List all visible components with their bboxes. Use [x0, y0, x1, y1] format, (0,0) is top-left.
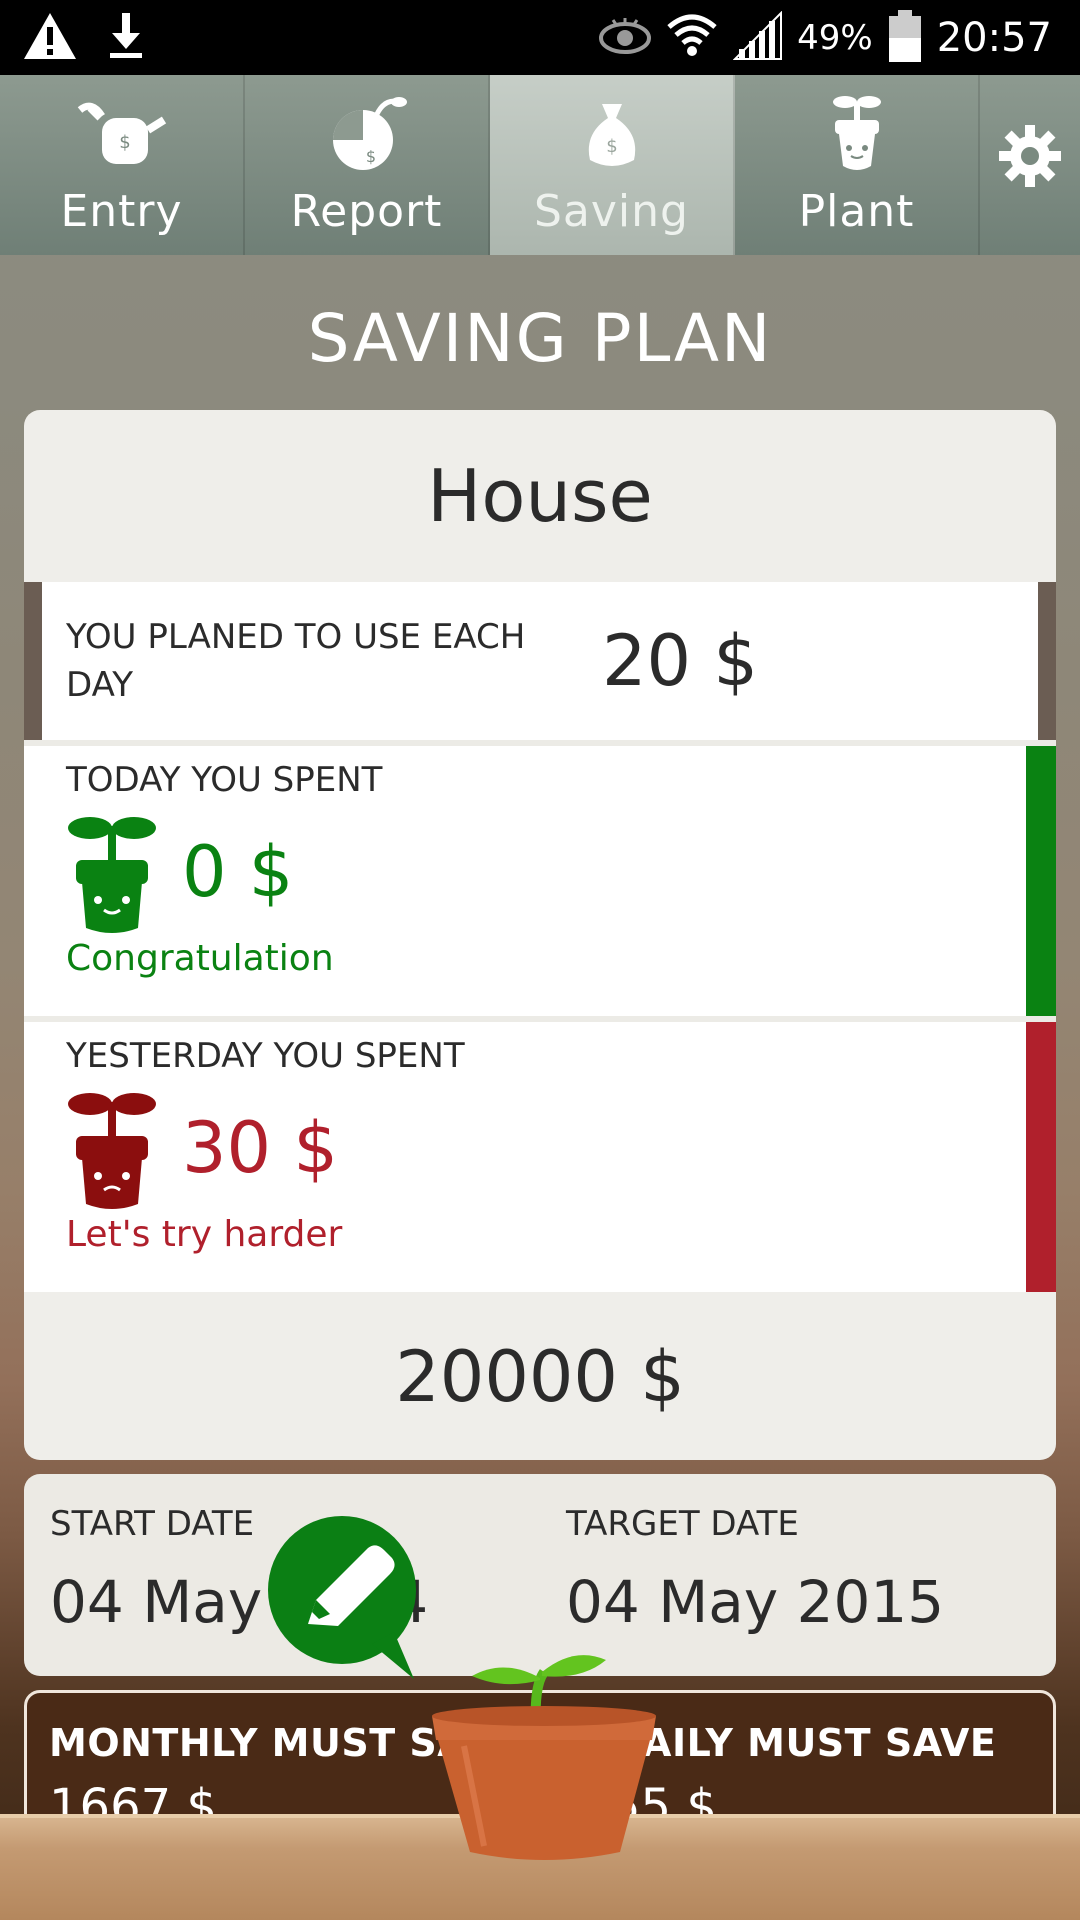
status-bar-green — [1026, 746, 1056, 1016]
edit-button[interactable] — [264, 1514, 424, 1679]
sprout-icon — [832, 96, 881, 170]
status-bar-red — [1026, 1022, 1056, 1292]
eye-icon — [599, 16, 652, 60]
tab-bar: $ Entry $ Report $ Saving Plant — [0, 75, 1080, 255]
page-title: SAVING PLAN — [307, 300, 773, 377]
daily-plan-row: YOU PLANED TO USE EACH DAY 20 $ — [24, 582, 1056, 740]
download-icon — [106, 11, 146, 65]
svg-text:$: $ — [119, 132, 130, 153]
watering-can-icon: $ — [77, 102, 166, 164]
settings-button[interactable] — [980, 75, 1080, 255]
today-spent-value: 0 $ — [182, 831, 294, 913]
tab-saving[interactable]: $ Saving — [490, 75, 735, 255]
happy-sprout-icon — [68, 817, 156, 933]
tab-entry[interactable]: $ Entry — [0, 75, 245, 255]
wifi-icon — [665, 9, 719, 67]
yesterday-spent-label: YESTERDAY YOU SPENT — [66, 1036, 465, 1076]
plan-name: House — [427, 454, 653, 538]
svg-text:$: $ — [606, 136, 617, 157]
warning-icon — [22, 11, 78, 65]
clock: 20:57 — [936, 14, 1052, 61]
target-date-value: 04 May 2015 — [566, 1568, 945, 1636]
today-spent-row: TODAY YOU SPENT 0 $ Congratulation — [24, 746, 1056, 1016]
pie-chart-icon: $ — [332, 97, 407, 170]
battery-icon — [887, 8, 923, 68]
yesterday-spent-message: Let's try harder — [66, 1214, 343, 1255]
tab-plant[interactable]: Plant — [735, 75, 980, 255]
status-bar: 49% 20:57 — [0, 0, 1080, 75]
daily-plan-label: YOU PLANED TO USE EACH DAY — [66, 617, 526, 705]
daily-must-save-label: DAILY MUST SAVE — [610, 1721, 997, 1765]
svg-text:$: $ — [365, 147, 375, 166]
gear-icon — [999, 125, 1061, 187]
yesterday-spent-row: YESTERDAY YOU SPENT 30 $ Let's try harde… — [24, 1022, 1056, 1292]
tab-saving-label: Saving — [534, 186, 689, 237]
potted-plant-icon — [432, 1655, 656, 1860]
today-spent-message: Congratulation — [66, 938, 334, 979]
tab-entry-label: Entry — [60, 186, 183, 237]
sad-sprout-icon — [68, 1093, 156, 1209]
battery-percent: 49% — [797, 17, 873, 58]
tab-report[interactable]: $ Report — [245, 75, 490, 255]
today-spent-label: TODAY YOU SPENT — [66, 760, 383, 800]
tab-report-label: Report — [290, 186, 443, 237]
yesterday-spent-value: 30 $ — [182, 1107, 338, 1189]
target-date-label: TARGET DATE — [566, 1504, 799, 1544]
money-bag-icon: $ — [588, 104, 635, 166]
saving-plan-card[interactable]: House YOU PLANED TO USE EACH DAY 20 $ TO… — [24, 410, 1056, 1460]
signal-icon — [732, 10, 783, 65]
daily-plan-value: 20 $ — [602, 620, 758, 702]
tab-plant-label: Plant — [798, 186, 915, 237]
target-amount: 20000 $ — [395, 1336, 685, 1418]
